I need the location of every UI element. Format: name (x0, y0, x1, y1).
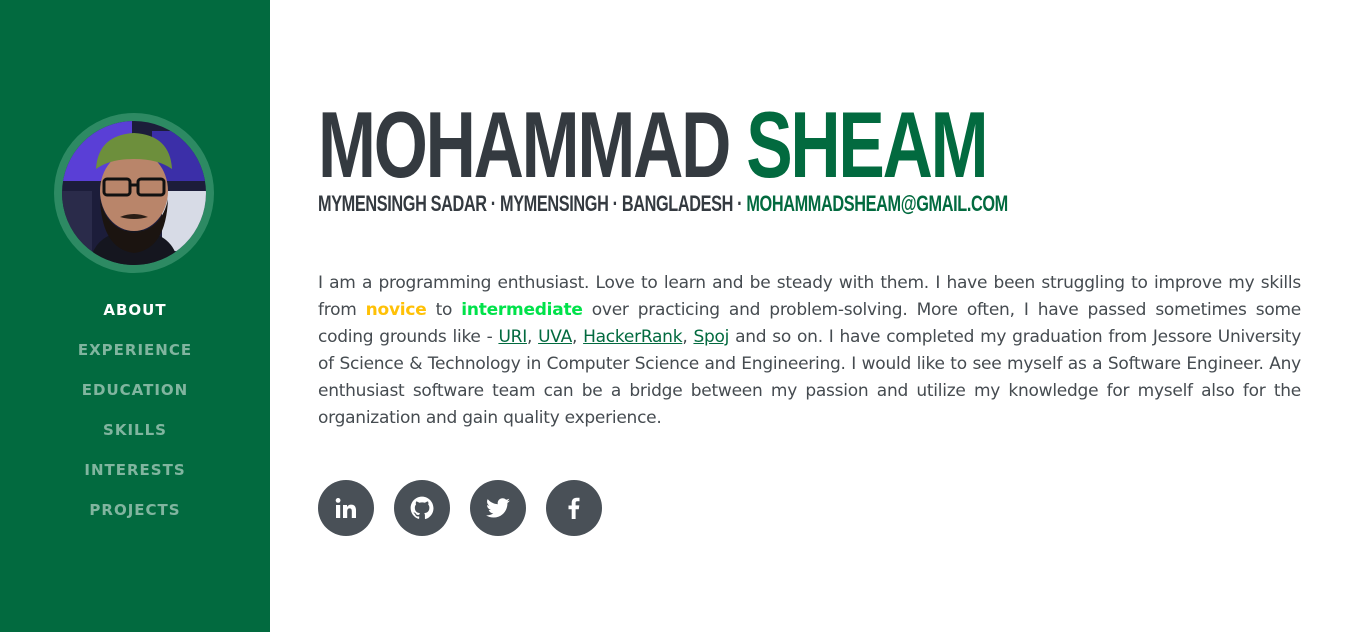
last-name: SHEAM (746, 92, 988, 197)
twitter-icon (486, 498, 510, 518)
linkedin-button[interactable] (318, 480, 374, 536)
nav-item-about[interactable]: ABOUT (0, 290, 270, 330)
spoj-link[interactable]: Spoj (693, 327, 729, 347)
location-text: MYMENSINGH SADAR · MYMENSINGH · BANGLADE… (318, 191, 743, 216)
nav-item-skills[interactable]: SKILLS (0, 410, 270, 450)
novice-highlight: novice (365, 300, 427, 320)
about-text-to: to (426, 300, 462, 320)
nav-item-projects[interactable]: PROJECTS (0, 490, 270, 530)
uva-link[interactable]: UVA (538, 327, 572, 347)
intermediate-highlight: intermediate (461, 300, 583, 320)
nav-item-education[interactable]: EDUCATION (0, 370, 270, 410)
linkedin-icon (335, 498, 356, 518)
sidebar-nav: ABOUT EXPERIENCE EDUCATION SKILLS INTERE… (0, 290, 270, 530)
social-icons (318, 480, 602, 536)
hackerrank-link[interactable]: HackerRank (583, 327, 682, 347)
github-button[interactable] (394, 480, 450, 536)
facebook-button[interactable] (546, 480, 602, 536)
nav-item-interests[interactable]: INTERESTS (0, 450, 270, 490)
nav-item-experience[interactable]: EXPERIENCE (0, 330, 270, 370)
twitter-button[interactable] (470, 480, 526, 536)
github-icon (410, 496, 434, 520)
separator: , (526, 327, 539, 347)
about-paragraph: I am a programming enthusiast. Love to l… (318, 270, 1301, 432)
separator: , (682, 327, 694, 347)
page-title: MOHAMMAD SHEAM (318, 98, 989, 192)
facebook-icon (568, 497, 580, 519)
email-link[interactable]: MOHAMMADSHEAM@GMAIL.COM (746, 191, 1008, 216)
separator: , (571, 327, 584, 347)
first-name: MOHAMMAD (318, 92, 731, 197)
profile-photo (62, 121, 206, 265)
profile-avatar[interactable] (54, 113, 214, 273)
sidebar: ABOUT EXPERIENCE EDUCATION SKILLS INTERE… (0, 0, 270, 632)
uri-link[interactable]: URI (498, 327, 527, 347)
contact-subheading: MYMENSINGH SADAR · MYMENSINGH · BANGLADE… (318, 190, 1008, 218)
